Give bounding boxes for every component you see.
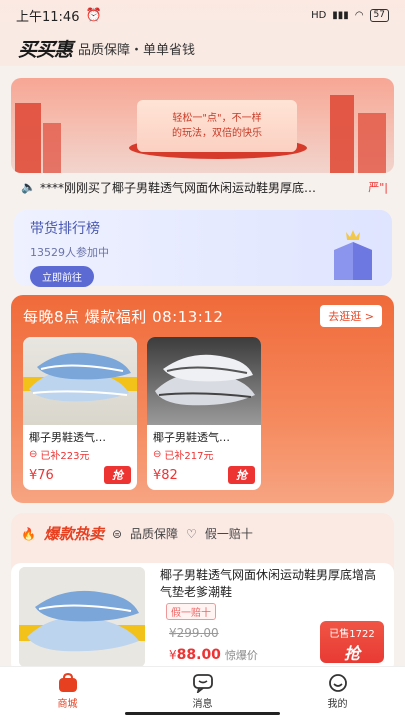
product-image	[19, 567, 145, 667]
flash-sale-more-button[interactable]: 去逛逛 >	[320, 305, 382, 327]
product-name: 椰子男鞋透气网面休闲运动鞋男厚底增高气垫老爹潮鞋	[160, 568, 377, 599]
banner-building	[330, 95, 354, 173]
product-card[interactable]: 椰子男鞋透气… ⊖ 已补217元 ¥82 抢	[147, 337, 261, 490]
banner-board: 轻松一"点"，不一样 的玩法，双倍的快乐	[137, 100, 297, 152]
current-price: ¥88.00 惊爆价	[169, 647, 258, 663]
status-bar: 上午11:46 ⏰ HD ▮▮▮ ◠ 57	[0, 0, 405, 30]
grab-button[interactable]: 已售1722 抢	[320, 621, 384, 663]
banner-line1: 轻松一"点"，不一样	[172, 113, 262, 124]
product-image	[23, 337, 137, 425]
product-price: ¥82	[153, 467, 178, 483]
product-subsidy: 已补217元	[164, 451, 214, 462]
sold-count: 已售1722	[329, 629, 375, 640]
message-icon	[192, 674, 213, 693]
hot-sale-title: 爆款热卖	[43, 525, 104, 543]
price-value: 88.00	[176, 647, 221, 663]
banner-building	[15, 103, 41, 173]
product-name: 椰子男鞋透气…	[153, 431, 230, 444]
flash-sale-section: 每晚8点 爆款福利 08:13:12 去逛逛 > 椰子男鞋透气… ⊖ 已补223元…	[11, 295, 394, 503]
notice-ticker: 🔈 ****刚刚买了椰子男鞋透气网面休闲运动鞋男厚底… 严"|	[11, 176, 394, 198]
shop-bag-icon	[58, 673, 77, 692]
network-label: HD	[311, 9, 327, 21]
home-indicator	[125, 712, 280, 715]
tab-profile-label: 我的	[327, 699, 348, 710]
flash-sale-title: 每晚8点 爆款福利 08:13:12	[23, 307, 224, 326]
speaker-icon: 🔈	[21, 180, 36, 194]
signal-icon: ▮▮▮	[332, 9, 349, 21]
ticker-tail: 严"|	[368, 181, 388, 194]
tab-profile[interactable]: 我的	[298, 673, 378, 710]
wifi-icon: ◠	[354, 9, 364, 21]
banner-building	[43, 123, 61, 173]
ranking-go-button[interactable]: 立即前往	[30, 266, 94, 287]
product-image	[147, 337, 261, 425]
product-price: ¥76	[29, 467, 54, 483]
hot-product-item[interactable]: 椰子男鞋透气网面休闲运动鞋男厚底增高气垫老爹潮鞋 假一赔十 ¥299.00 ¥8…	[11, 563, 394, 673]
banner-building	[358, 113, 386, 173]
ticker-text: ****刚刚买了椰子男鞋透气网面休闲运动鞋男厚底…	[39, 180, 316, 195]
ranking-card[interactable]: 带货排行榜 13529人参加中 立即前往	[14, 210, 392, 287]
currency-symbol: ¥	[169, 648, 177, 662]
app-logo: 买买惠	[18, 38, 73, 61]
alarm-icon: ⏰	[85, 7, 102, 23]
quality-badge: 品质保障	[130, 527, 179, 541]
tab-messages[interactable]: 消息	[163, 673, 243, 710]
trophy-podium-icon	[334, 230, 372, 280]
app-header: 买买惠 品质保障・单单省钱	[0, 30, 405, 66]
tab-messages-label: 消息	[192, 699, 213, 710]
product-name: 椰子男鞋透气…	[29, 431, 106, 444]
status-time: 上午11:46	[16, 9, 80, 25]
grab-button[interactable]: 抢	[228, 466, 255, 484]
guarantee-tag: 假一赔十	[166, 603, 216, 620]
profile-icon	[328, 674, 347, 692]
guarantee-badge: 假一赔十	[204, 527, 253, 541]
price-note: 惊爆价	[224, 649, 258, 662]
grab-button[interactable]: 抢	[104, 466, 131, 484]
original-price: ¥299.00	[169, 626, 219, 640]
app-slogan: 品质保障・单单省钱	[78, 42, 196, 58]
product-subsidy: 已补223元	[40, 451, 90, 462]
subsidy-icon: ⊖	[153, 449, 162, 460]
tab-home-label: 商城	[57, 699, 78, 710]
grab-label: 抢	[343, 644, 360, 663]
quality-icon: ⊜	[111, 526, 123, 541]
banner-line2: 的玩法，双倍的快乐	[172, 128, 262, 139]
hot-sale-section: 🔥 爆款热卖 ⊜ 品质保障 ♡ 假一赔十 椰子男鞋透气网面休闲运动鞋男厚底增高气…	[11, 513, 394, 673]
guarantee-icon: ♡	[186, 526, 197, 541]
product-card[interactable]: 椰子男鞋透气… ⊖ 已补223元 ¥76 抢	[23, 337, 137, 490]
fire-icon: 🔥	[21, 526, 36, 541]
promo-banner[interactable]: 轻松一"点"，不一样 的玩法，双倍的快乐	[11, 78, 394, 173]
battery-icon: 57	[369, 8, 389, 22]
subsidy-icon: ⊖	[29, 449, 38, 460]
tab-home[interactable]: 商城	[28, 673, 108, 710]
